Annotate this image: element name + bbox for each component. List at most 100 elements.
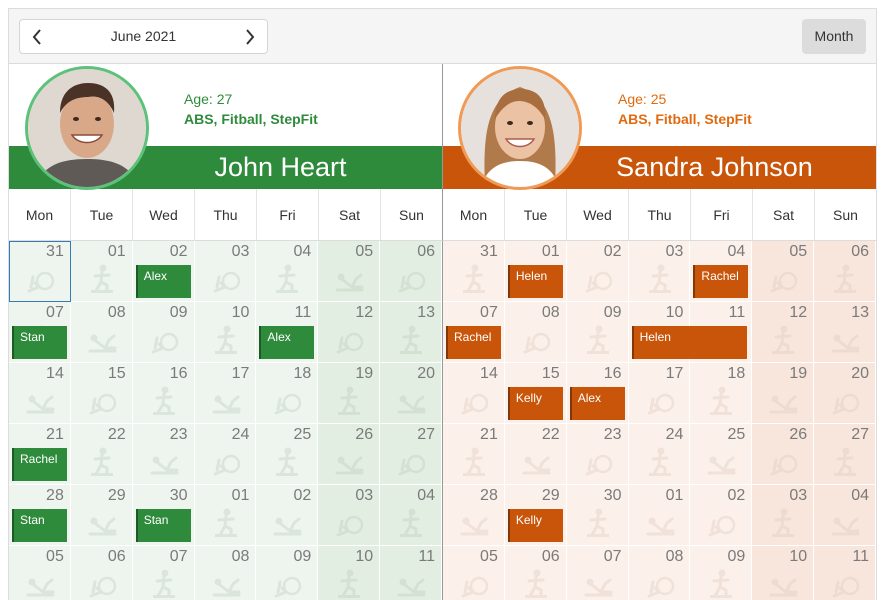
day-cell[interactable]: 07 Rachel [443, 302, 505, 363]
day-cell[interactable]: 05 [318, 241, 381, 302]
day-cell[interactable]: 29 Kelly [504, 485, 567, 546]
day-cell[interactable]: 06 [814, 241, 876, 302]
day-cell[interactable]: 10 [752, 546, 815, 600]
day-cell[interactable]: 21 [443, 424, 505, 485]
appointment[interactable]: Alex [259, 326, 315, 359]
day-cell[interactable]: 26 [318, 424, 381, 485]
day-cell[interactable]: 22 [504, 424, 567, 485]
current-date-label[interactable]: June 2021 [54, 20, 233, 53]
next-month-button[interactable] [233, 20, 267, 53]
day-cell[interactable]: 22 [70, 424, 133, 485]
appointment[interactable]: Stan [12, 326, 67, 359]
day-cell[interactable]: 23 [566, 424, 629, 485]
day-cell[interactable]: 14 [443, 363, 505, 424]
day-cell[interactable]: 30 [566, 485, 629, 546]
day-cell[interactable]: 27 [814, 424, 876, 485]
day-cell[interactable]: 30 Stan [132, 485, 195, 546]
day-cell[interactable]: 19 [318, 363, 381, 424]
appointment[interactable]: Stan [12, 509, 67, 542]
day-cell[interactable]: 04 [380, 485, 442, 546]
day-cell[interactable]: 25 [690, 424, 753, 485]
appointment[interactable]: Helen [507, 265, 563, 298]
day-cell[interactable]: 09 [132, 302, 195, 363]
day-cell[interactable]: 13 [814, 302, 876, 363]
day-cell[interactable]: 24 [194, 424, 257, 485]
appointment[interactable]: Alex [135, 265, 191, 298]
appointment[interactable]: Kelly [507, 509, 563, 542]
day-cell[interactable]: 01 [628, 485, 691, 546]
day-cell[interactable]: 19 [752, 363, 815, 424]
appointment[interactable]: Rachel [693, 265, 749, 298]
day-cell[interactable]: 18 [256, 363, 319, 424]
day-cell[interactable]: 18 [690, 363, 753, 424]
day-cell[interactable]: 17 [194, 363, 257, 424]
day-cell[interactable]: 02 [566, 241, 629, 302]
appointment[interactable]: Helen [631, 326, 748, 359]
day-cell[interactable]: 13 [380, 302, 442, 363]
day-cell[interactable]: 05 [752, 241, 815, 302]
day-cell[interactable]: 12 [318, 302, 381, 363]
day-cell[interactable]: 29 [70, 485, 133, 546]
day-cell[interactable]: 01 [194, 485, 257, 546]
day-cell[interactable]: 15 [70, 363, 133, 424]
day-cell[interactable]: 08 [70, 302, 133, 363]
appointment[interactable]: Rachel [12, 448, 67, 481]
day-cell[interactable]: 01 Helen [504, 241, 567, 302]
day-cell[interactable]: 02 Alex [132, 241, 195, 302]
day-cell[interactable]: 27 [380, 424, 442, 485]
day-cell[interactable]: 07 [566, 546, 629, 600]
day-cell[interactable]: 28 [443, 485, 505, 546]
appointment[interactable]: Rachel [446, 326, 501, 359]
day-cell[interactable]: 03 [628, 241, 691, 302]
day-cell[interactable]: 10 [194, 302, 257, 363]
day-cell[interactable]: 08 [194, 546, 257, 600]
day-cell[interactable]: 04 Rachel [690, 241, 753, 302]
day-cell[interactable]: 21 Rachel [9, 424, 71, 485]
day-cell[interactable]: 09 [256, 546, 319, 600]
day-cell[interactable]: 20 [814, 363, 876, 424]
day-cell[interactable]: 07 Stan [9, 302, 71, 363]
day-cell[interactable]: 01 [70, 241, 133, 302]
day-cell[interactable]: 31 [9, 241, 71, 302]
day-cell[interactable]: 06 [70, 546, 133, 600]
day-cell[interactable]: 16 Alex [566, 363, 629, 424]
previous-month-button[interactable] [20, 20, 54, 53]
day-cell[interactable]: 24 [628, 424, 691, 485]
day-cell[interactable]: 28 Stan [9, 485, 71, 546]
day-cell[interactable]: 07 [132, 546, 195, 600]
day-cell[interactable]: 23 [132, 424, 195, 485]
day-cell[interactable]: 20 [380, 363, 442, 424]
day-cell[interactable]: 14 [9, 363, 71, 424]
day-cell[interactable]: 17 [628, 363, 691, 424]
day-cell[interactable]: 08 [504, 302, 567, 363]
day-cell[interactable]: 09 [690, 546, 753, 600]
appointment[interactable]: Stan [135, 509, 191, 542]
day-cell[interactable]: 05 [443, 546, 505, 600]
day-cell[interactable]: 16 [132, 363, 195, 424]
day-cell[interactable]: 10 [318, 546, 381, 600]
day-cell[interactable]: 09 [566, 302, 629, 363]
day-cell[interactable]: 06 [380, 241, 442, 302]
day-cell[interactable]: 10 Helen [628, 302, 748, 363]
day-cell[interactable]: 03 [752, 485, 815, 546]
day-cell[interactable]: 11 [380, 546, 442, 600]
day-cell[interactable]: 04 [814, 485, 876, 546]
appointment[interactable]: Alex [569, 387, 625, 420]
day-cell[interactable]: 26 [752, 424, 815, 485]
day-cell[interactable]: 05 [9, 546, 71, 600]
day-cell[interactable]: 11 [814, 546, 876, 600]
day-cell[interactable]: 12 [752, 302, 815, 363]
appointment[interactable]: Kelly [507, 387, 563, 420]
day-cell[interactable]: 06 [504, 546, 567, 600]
day-cell[interactable]: 31 [443, 241, 505, 302]
month-view-button[interactable]: Month [802, 19, 866, 54]
day-cell[interactable]: 04 [256, 241, 319, 302]
day-cell[interactable]: 15 Kelly [504, 363, 567, 424]
day-cell[interactable]: 25 [256, 424, 319, 485]
day-cell[interactable]: 08 [628, 546, 691, 600]
day-cell[interactable]: 02 [256, 485, 319, 546]
day-cell[interactable]: 03 [318, 485, 381, 546]
day-cell[interactable]: 02 [690, 485, 753, 546]
day-cell[interactable]: 11 Alex [256, 302, 319, 363]
day-cell[interactable]: 03 [194, 241, 257, 302]
